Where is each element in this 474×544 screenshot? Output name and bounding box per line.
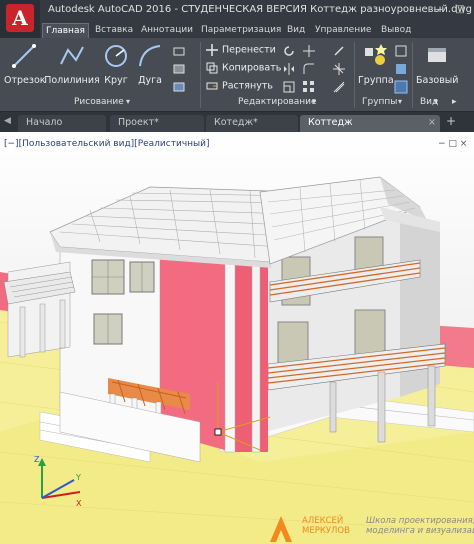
gradient-icon[interactable] — [172, 80, 186, 94]
base-view-icon — [428, 48, 446, 62]
ungroup-icon[interactable] — [394, 44, 408, 58]
mirror-icon[interactable] — [282, 62, 296, 76]
doc-tab-cottage[interactable]: Котедж* — [206, 115, 298, 132]
document-tab-bar: ◀ Начало Проект* Котедж* Коттедж разноур… — [0, 112, 474, 144]
ribbon-tab-bar: Главная Вставка Аннотации Параметризация… — [40, 22, 474, 38]
polyline-icon — [60, 46, 84, 65]
minimize-button[interactable]: – — [432, 3, 448, 17]
close-tab-icon[interactable]: × — [428, 115, 436, 131]
window — [354, 309, 386, 356]
ribbon-tab-parametric[interactable]: Параметризация — [198, 23, 284, 38]
white-pilaster — [251, 256, 261, 453]
drawing-viewport[interactable]: [−][Пользовательский вид][Реалистичный] … — [0, 132, 474, 544]
explode-icon[interactable] — [332, 62, 346, 76]
group-select-icon[interactable] — [394, 80, 408, 94]
stretch-label: Растянуть — [222, 80, 273, 92]
tab-menu-icon[interactable]: ◀ — [4, 116, 11, 126]
copy-icon — [206, 62, 218, 74]
ribbon-tab-view[interactable]: Вид — [284, 23, 308, 38]
panel-divider — [354, 42, 355, 108]
rotate-icon[interactable] — [282, 44, 296, 58]
ribbon-panel: Отрезок Полилиния Круг Дуга Рисование ▾ … — [0, 38, 474, 112]
circle-button[interactable]: Круг — [102, 42, 130, 90]
new-tab-button[interactable]: + — [446, 114, 456, 128]
view-base-label: Базовый — [416, 75, 459, 86]
doc-tab-label: Начало — [26, 117, 63, 128]
group-icon — [365, 44, 387, 65]
stretch-icon — [206, 82, 218, 90]
hatch-icon[interactable] — [172, 62, 186, 76]
view-panel-expand-icon[interactable]: ▾ — [434, 97, 438, 106]
application-menu-button[interactable]: A — [0, 0, 40, 36]
offset-icon[interactable] — [332, 80, 346, 94]
line-icon — [12, 44, 36, 68]
circle-icon — [105, 45, 127, 67]
ribbon-tab-home[interactable]: Главная — [42, 23, 89, 38]
autocad-logo-icon: A — [6, 4, 34, 32]
copy-label: Копировать — [222, 62, 282, 74]
view-base-button[interactable]: Базовый — [416, 42, 458, 90]
doc-tab-label: Проект* — [118, 117, 159, 128]
ribbon-tab-output[interactable]: Вывод — [378, 23, 414, 38]
doc-tab-project[interactable]: Проект* — [110, 115, 204, 132]
group-edit-icon[interactable] — [394, 62, 408, 76]
array-icon[interactable] — [302, 80, 316, 94]
modify-panel-title[interactable]: Редактирование — [238, 97, 317, 107]
ucs-y-label: Y — [75, 473, 81, 482]
draw-panel-title[interactable]: Рисование — [74, 97, 124, 107]
white-pilaster — [224, 251, 236, 453]
ucs-z-label: Z — [34, 455, 40, 464]
panel-divider — [200, 42, 201, 108]
doc-tab-label: Котедж* — [214, 117, 258, 128]
watermark-author: АЛЕКСЕЙ МЕРКУЛОВ — [302, 516, 350, 536]
arc-icon — [139, 45, 161, 67]
ribbon-tab-insert[interactable]: Вставка — [92, 23, 136, 38]
group-button[interactable]: Группа — [358, 42, 394, 90]
watermark-logo-icon — [270, 516, 292, 542]
maximize-button[interactable]: □ — [452, 3, 468, 17]
doc-tab-cottage-multilevel[interactable]: Коттедж разноуровневый*× — [300, 115, 440, 144]
pink-accent-side — [232, 242, 268, 452]
line-label: Отрезок — [4, 75, 46, 86]
window-title: Autodesk AutoCAD 2016 - СТУДЕНЧЕСКАЯ ВЕР… — [48, 4, 472, 15]
ucs-icon[interactable]: Z Y X — [30, 450, 90, 510]
arc-label: Дуга — [138, 75, 162, 86]
line-button[interactable]: Отрезок — [4, 42, 46, 90]
move-label: Перенести — [222, 44, 276, 56]
stretch-button[interactable]: Растянуть — [206, 80, 273, 96]
groups-panel-expand-icon[interactable]: ▾ — [398, 97, 402, 106]
title-bar: Autodesk AutoCAD 2016 - СТУДЕНЧЕСКАЯ ВЕР… — [0, 0, 474, 22]
doc-tab-start[interactable]: Начало — [18, 115, 106, 132]
viewport-window-controls[interactable]: − □ × — [438, 139, 467, 149]
panel-divider — [412, 42, 413, 108]
ucs-x-label: X — [76, 499, 82, 508]
copy-button[interactable]: Копировать — [206, 62, 281, 78]
viewport-controls-label[interactable]: [−][Пользовательский вид][Реалистичный] — [4, 139, 209, 149]
grip-point[interactable] — [214, 428, 222, 436]
fillet-icon[interactable] — [302, 62, 316, 76]
erase-icon[interactable] — [332, 44, 346, 58]
move-button[interactable]: Перенести — [206, 44, 276, 60]
polyline-label: Полилиния — [44, 75, 100, 86]
move-icon — [206, 44, 218, 56]
polyline-button[interactable]: Полилиния — [44, 42, 100, 90]
watermark-slogan: Школа проектирования, моделинга и визуал… — [366, 516, 474, 536]
ribbon-tab-manage[interactable]: Управление — [312, 23, 374, 38]
groups-panel-title[interactable]: Группы — [362, 97, 397, 107]
modify-panel-expand-icon[interactable]: ▾ — [312, 97, 316, 106]
group-label: Группа — [358, 75, 394, 86]
ribbon-overflow-icon[interactable]: ▸ — [452, 97, 457, 107]
arc-button[interactable]: Дуга — [136, 42, 164, 90]
ribbon-tab-annotate[interactable]: Аннотации — [138, 23, 196, 38]
draw-panel-expand-icon[interactable]: ▾ — [126, 97, 130, 106]
rectangle-icon[interactable] — [172, 44, 186, 58]
circle-label: Круг — [104, 75, 128, 86]
scale-icon[interactable] — [282, 80, 296, 94]
trim-icon[interactable] — [302, 44, 316, 58]
